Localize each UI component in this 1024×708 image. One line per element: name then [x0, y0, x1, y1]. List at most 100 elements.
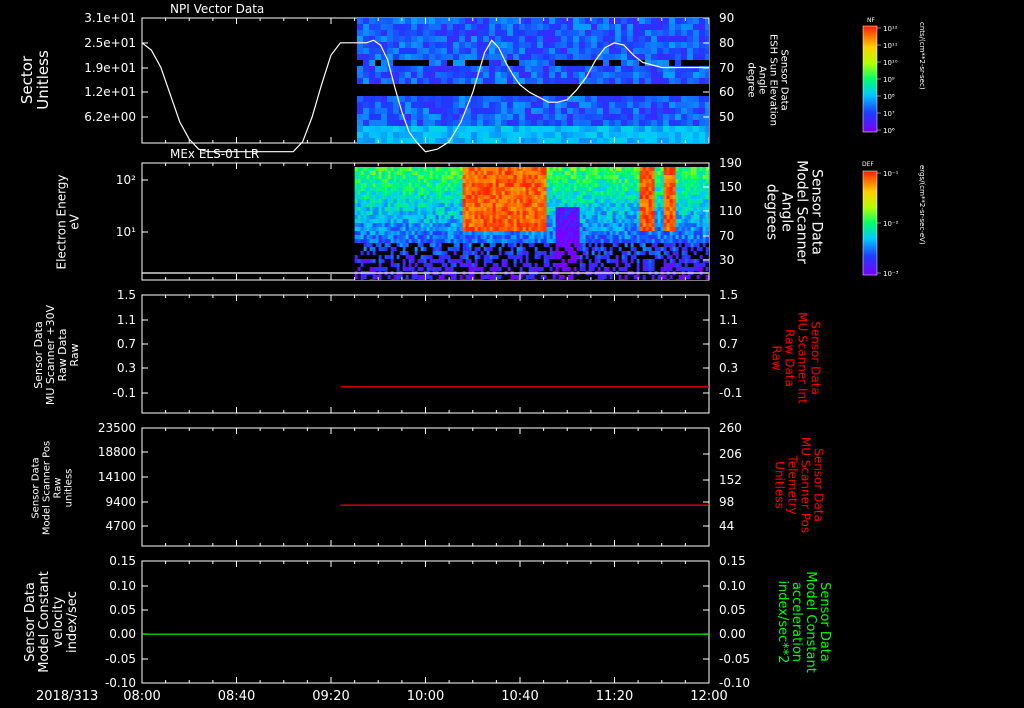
els-cell [606, 227, 610, 232]
els-cell [453, 239, 457, 244]
els-cell [645, 251, 649, 256]
els-cell [516, 187, 520, 192]
els-cell [408, 227, 412, 232]
els-cell [696, 223, 700, 228]
els-cell [396, 199, 400, 204]
npi-cell [506, 132, 514, 139]
els-cell [687, 227, 691, 232]
npi-cell [410, 96, 418, 103]
els-cell [438, 223, 442, 228]
npi-cell [554, 18, 562, 25]
npi-cell [632, 90, 640, 97]
els-cell [462, 167, 466, 172]
els-cell [603, 227, 607, 232]
els-cell [390, 171, 394, 176]
npi-cell [362, 108, 370, 115]
els-cell [699, 179, 703, 184]
els-cell [372, 187, 376, 192]
els-cell [384, 215, 388, 220]
npi-cell [686, 114, 694, 121]
els-cell [699, 187, 703, 192]
els-cell [516, 223, 520, 228]
els-cell [546, 175, 550, 180]
npi-cell [464, 126, 472, 133]
npi-cell [548, 114, 556, 121]
els-cell [609, 231, 613, 236]
els-cell [582, 279, 586, 280]
els-cell [630, 175, 634, 180]
els-cell [390, 235, 394, 240]
els-cell [444, 223, 448, 228]
npi-cell [644, 132, 652, 139]
els-cell [519, 171, 523, 176]
els-cell [585, 199, 589, 204]
els-cell [678, 243, 682, 248]
els-cell [555, 231, 559, 236]
els-cell [651, 199, 655, 204]
els-cell [609, 243, 613, 248]
els-cell [471, 239, 475, 244]
els-cell [540, 223, 544, 228]
els-cell [522, 227, 526, 232]
els-cell [516, 199, 520, 204]
els-cell [435, 179, 439, 184]
els-cell [402, 175, 406, 180]
els-cell [552, 195, 556, 200]
els-cell [369, 195, 373, 200]
els-cell [522, 275, 526, 280]
els-cell [381, 179, 385, 184]
els-cell [369, 275, 373, 280]
els-cell [636, 267, 640, 272]
els-cell [597, 231, 601, 236]
els-cell [429, 247, 433, 252]
els-cell [501, 239, 505, 244]
els-cell [459, 255, 463, 260]
els-cell [678, 231, 682, 236]
els-cell [660, 203, 664, 208]
els-cell [498, 183, 502, 188]
npi-cell [602, 120, 610, 127]
els-cell [582, 175, 586, 180]
els-cell [408, 263, 412, 268]
els-cell [690, 187, 694, 192]
npi-cell [578, 48, 586, 55]
npi-cell [440, 96, 448, 103]
els-cell [624, 223, 628, 228]
els-cell [441, 203, 445, 208]
els-cell [555, 203, 559, 208]
els-cell [594, 247, 598, 252]
els-cell [495, 227, 499, 232]
els-cell [411, 167, 415, 172]
els-cell [354, 195, 358, 200]
els-cell [462, 223, 466, 228]
els-cell [456, 215, 460, 220]
npi-cell [698, 78, 706, 85]
els-cell [654, 175, 658, 180]
els-cell [639, 227, 643, 232]
els-cell [627, 171, 631, 176]
npi-cell [674, 60, 682, 67]
els-cell [459, 263, 463, 268]
els-cell [420, 235, 424, 240]
npi-cell [476, 126, 484, 133]
els-cell [504, 195, 508, 200]
els-cell [645, 203, 649, 208]
els-cell [669, 243, 673, 248]
els-cell [396, 171, 400, 176]
npi-cell [446, 96, 454, 103]
els-cell [444, 191, 448, 196]
els-cell [507, 211, 511, 216]
els-cell [654, 275, 658, 280]
npi-cell [398, 42, 406, 49]
npi-cell [458, 102, 466, 109]
els-cell [639, 175, 643, 180]
npi-cell [356, 66, 364, 73]
els-cell [501, 267, 505, 272]
els-cell [411, 259, 415, 264]
npi-cell [698, 96, 706, 103]
els-cell [435, 243, 439, 248]
npi-cell [608, 108, 616, 115]
npi-cell [572, 30, 580, 37]
els-cell [474, 207, 478, 212]
els-cell [645, 279, 649, 280]
